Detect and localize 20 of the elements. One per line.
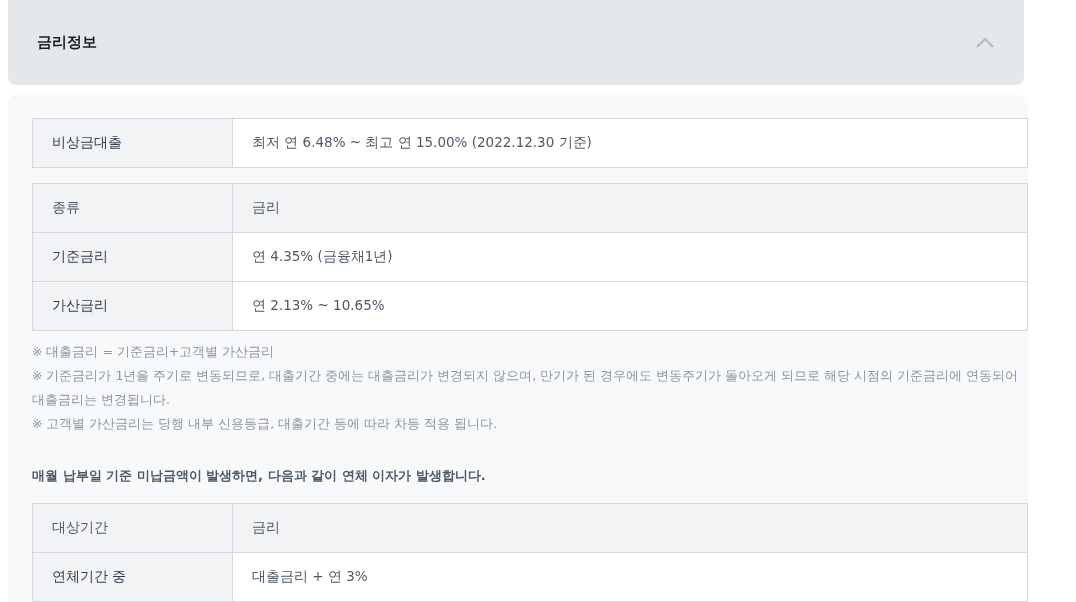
row-header: 연체기간 중 <box>33 553 233 602</box>
column-header: 종류 <box>33 184 233 233</box>
notice-text: 매월 납부일 기준 미납금액이 발생하면, 다음과 같이 연체 이자가 발생합니다. <box>32 467 487 485</box>
table-cell: 최저 연 6.48% ~ 최고 연 15.00% (2022.12.30 기준) <box>233 119 1027 168</box>
table-cell: 대출금리 + 연 3% <box>233 553 1027 602</box>
section-title: 금리정보 <box>37 33 97 52</box>
column-header: 금리 <box>233 184 1027 233</box>
accordion-header[interactable]: 금리정보 <box>8 0 1024 85</box>
footnote: ※ 대출금리 = 기준금리+고객별 가산금리 <box>32 343 276 361</box>
chevron-icon <box>976 37 994 48</box>
row-header: 가산금리 <box>33 282 233 331</box>
column-header: 대상기간 <box>33 504 233 553</box>
column-header: 금리 <box>233 504 1027 553</box>
footnote: ※ 기준금리가 1년을 주기로 변동되므로, 대출기간 중에는 대출금리가 변경되지 않으며, 만기가 된 경우에도 변동주기가 돌아오게 되므로 해당 시점의 기준금리에 연동되어 대출금리는 변경됩니다. <box>32 367 1019 409</box>
collapse-button[interactable] <box>976 37 994 48</box>
table-cell: 연 4.35% (금융채1년) <box>233 233 1027 282</box>
table-cell: 연 2.13% ~ 10.65% <box>233 282 1027 331</box>
row-header: 기준금리 <box>33 233 233 282</box>
row-header: 비상금대출 <box>33 119 233 168</box>
footnote: ※ 고객별 가산금리는 당행 내부 신용등급, 대출기간 등에 따라 차등 적용 됩니다. <box>32 415 499 433</box>
